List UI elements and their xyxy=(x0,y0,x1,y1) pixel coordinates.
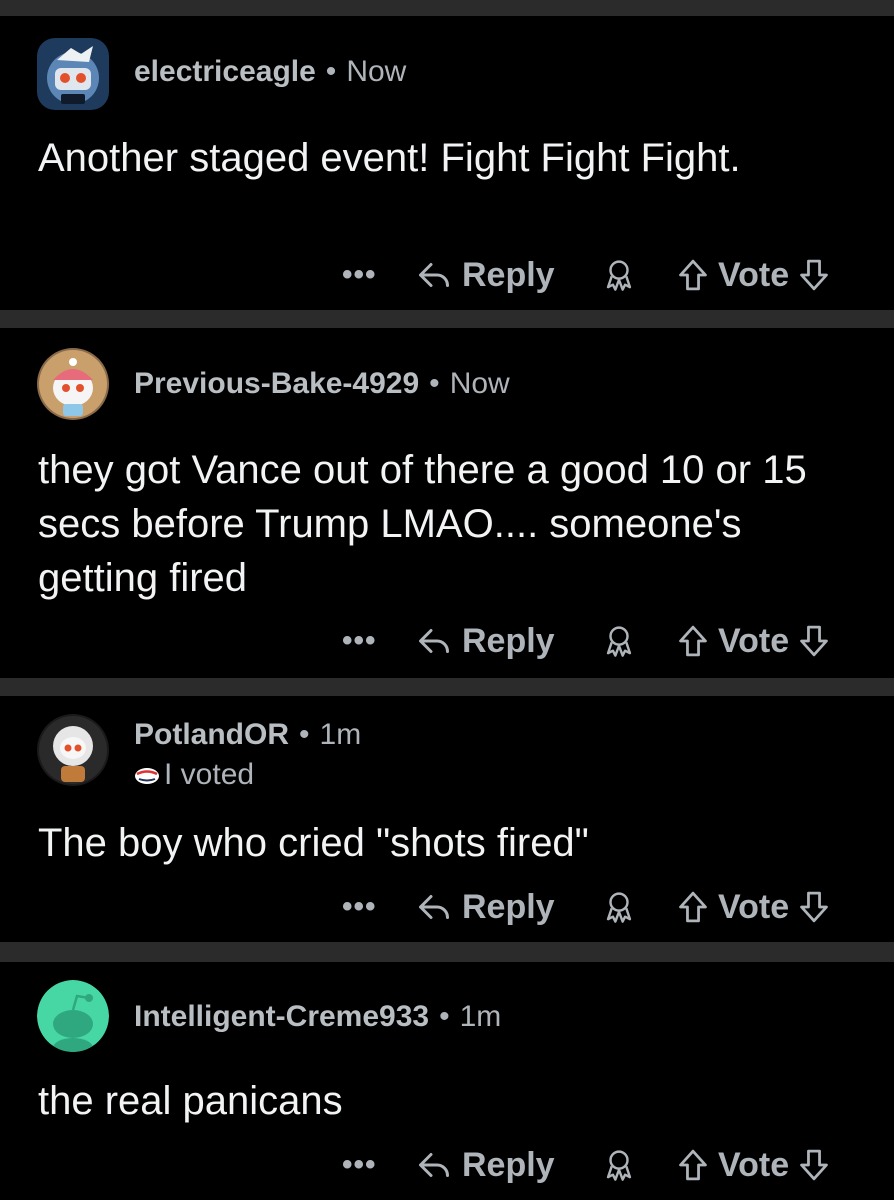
reply-button[interactable]: Reply xyxy=(416,1140,555,1190)
award-icon xyxy=(606,260,632,291)
vote-control: Vote xyxy=(676,616,831,666)
timestamp: 1m xyxy=(319,718,362,751)
comment: electriceagle • Now Another staged event! … xyxy=(0,16,894,310)
divider xyxy=(0,310,894,328)
downvote-icon[interactable] xyxy=(797,1147,831,1183)
comment-meta: Intelligent-Creme933 • 1m xyxy=(134,999,501,1035)
vote-label: Vote xyxy=(718,1145,790,1184)
comment-meta: Previous-Bake-4929 • Now xyxy=(134,366,510,402)
more-options-button[interactable]: ••• xyxy=(342,250,377,300)
user-flair: I voted xyxy=(134,757,254,793)
reply-arrow-icon xyxy=(419,895,449,919)
award-button[interactable] xyxy=(604,616,634,666)
upvote-icon[interactable] xyxy=(676,889,710,925)
award-icon xyxy=(606,626,632,657)
comment-actions: ••• Reply Vote xyxy=(0,1140,894,1190)
award-button[interactable] xyxy=(604,1140,634,1190)
comment-meta: PotlandOR • 1m xyxy=(134,717,361,753)
downvote-icon[interactable] xyxy=(797,257,831,293)
reply-arrow-icon xyxy=(419,263,449,287)
astronaut-avatar-icon[interactable] xyxy=(37,714,109,786)
username[interactable]: Previous-Bake-4929 xyxy=(134,367,419,400)
award-button[interactable] xyxy=(604,882,634,932)
upvote-icon[interactable] xyxy=(676,1147,710,1183)
comment-text: the real panicans xyxy=(38,1079,343,1123)
vote-label: Vote xyxy=(718,887,790,926)
award-button[interactable] xyxy=(604,250,634,300)
reply-label: Reply xyxy=(462,255,555,294)
username[interactable]: electriceagle xyxy=(134,55,316,88)
divider xyxy=(0,942,894,962)
vote-control: Vote xyxy=(676,250,831,300)
comment-actions: ••• Reply Vote xyxy=(0,250,894,300)
timestamp: Now xyxy=(449,367,510,400)
reply-arrow-icon xyxy=(419,1153,449,1177)
comment: Previous-Bake-4929 • Now they got Vance ou… xyxy=(0,328,894,678)
downvote-icon[interactable] xyxy=(797,623,831,659)
comment: PotlandOR • 1m I voted The boy who cried "… xyxy=(0,696,894,942)
divider xyxy=(0,678,894,696)
more-options-button[interactable]: ••• xyxy=(342,1140,377,1190)
more-options-button[interactable]: ••• xyxy=(342,882,377,932)
vote-control: Vote xyxy=(676,882,831,932)
default-snoo-avatar-icon[interactable] xyxy=(37,980,109,1052)
vote-label: Vote xyxy=(718,621,790,660)
divider xyxy=(0,0,894,16)
i-voted-sticker-icon xyxy=(135,768,159,785)
award-icon xyxy=(606,1150,632,1181)
award-icon xyxy=(606,892,632,923)
vote-control: Vote xyxy=(676,1140,831,1190)
robot-avatar-icon[interactable] xyxy=(37,38,109,110)
flair-text: I voted xyxy=(164,758,255,791)
upvote-icon[interactable] xyxy=(676,257,710,293)
reply-label: Reply xyxy=(462,887,555,926)
comment-feed: electriceagle • Now Another staged event! … xyxy=(0,0,894,1200)
reply-arrow-icon xyxy=(419,629,449,653)
reply-button[interactable]: Reply xyxy=(416,882,555,932)
downvote-icon[interactable] xyxy=(797,889,831,925)
separator-dot: • xyxy=(325,55,337,88)
comment-text: The boy who cried "shots fired" xyxy=(38,821,589,865)
username[interactable]: PotlandOR xyxy=(134,718,289,751)
comment-text: Another staged event! Fight Fight Fight. xyxy=(38,136,741,180)
comment-text: they got Vance out of there a good 10 or… xyxy=(38,448,807,600)
snoo-beanie-avatar-icon[interactable] xyxy=(37,348,109,420)
comment-meta: electriceagle • Now xyxy=(134,54,406,90)
comment-actions: ••• Reply Vote xyxy=(0,616,894,666)
separator-dot: • xyxy=(439,1000,450,1033)
reply-button[interactable]: Reply xyxy=(416,616,555,666)
comment-actions: ••• Reply Vote xyxy=(0,882,894,932)
timestamp: 1m xyxy=(459,1000,502,1033)
reply-button[interactable]: Reply xyxy=(416,250,555,300)
vote-label: Vote xyxy=(718,255,790,294)
username[interactable]: Intelligent-Creme933 xyxy=(134,1000,429,1033)
reply-label: Reply xyxy=(462,621,555,660)
more-options-button[interactable]: ••• xyxy=(342,616,377,666)
separator-dot: • xyxy=(429,367,440,400)
upvote-icon[interactable] xyxy=(676,623,710,659)
comment: Intelligent-Creme933 • 1m the real panican… xyxy=(0,962,894,1200)
separator-dot: • xyxy=(299,718,310,751)
timestamp: Now xyxy=(346,55,407,88)
reply-label: Reply xyxy=(462,1145,555,1184)
